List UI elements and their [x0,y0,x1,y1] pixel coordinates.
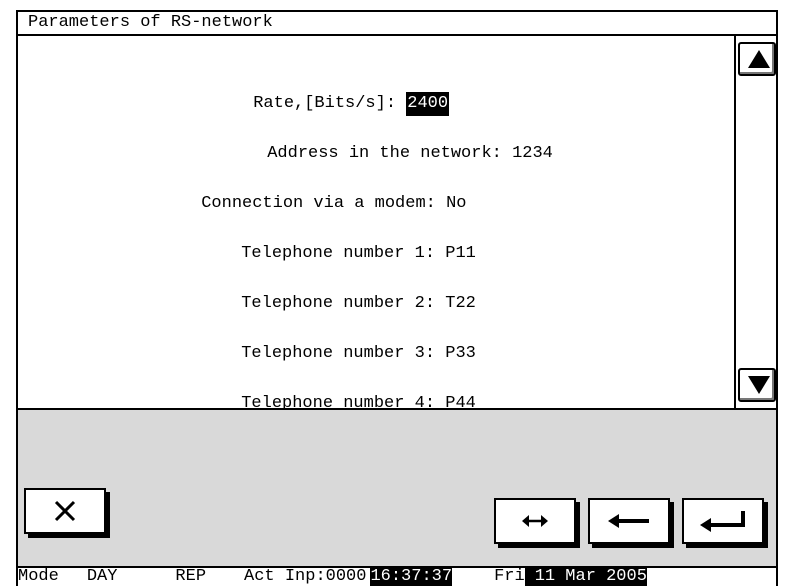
param-label-phone-3: Telephone number 3: [241,344,446,363]
double-arrow-icon [522,515,548,527]
status-weekday: Fri [494,567,525,586]
param-row-modem[interactable]: Connection via a modem: No [18,168,734,213]
status-day: DAY [86,567,118,586]
param-value-phone-3[interactable]: P33 [445,342,476,366]
param-label-rate: Rate,[Bits/s]: [253,94,407,113]
parameter-list: Rate,[Bits/s]: 2400 Address in the netwo… [18,36,734,413]
status-mode-label: Mode [18,567,59,586]
param-label-phone-1: Telephone number 1: [241,244,446,263]
rs-network-window: Parameters of RS-network Rate,[Bits/s]: … [16,10,778,586]
swap-button[interactable] [494,498,576,544]
window-title: Parameters of RS-network [18,12,776,36]
param-value-rate[interactable]: 2400 [406,92,450,116]
param-row-phone-4[interactable]: Telephone number 4: P44 [18,368,734,413]
param-row-address[interactable]: Address in the network: 1234 [18,118,734,163]
triangle-down-icon [748,376,770,394]
status-date: 11 Mar 2005 [524,568,647,586]
param-label-address: Address in the network: [267,144,513,163]
param-value-address[interactable]: 1234 [512,142,553,166]
enter-button[interactable] [682,498,764,544]
param-label-modem: Connection via a modem: [201,194,447,213]
triangle-up-icon [748,50,770,68]
param-row-phone-3[interactable]: Telephone number 3: P33 [18,318,734,363]
left-arrow-icon [608,514,649,528]
status-rep: REP [175,567,207,586]
cancel-button[interactable] [24,488,106,534]
param-label-phone-2: Telephone number 2: [241,294,446,313]
status-act-inp: Act Inp:0000 [244,567,367,586]
param-row-rate[interactable]: Rate,[Bits/s]: 2400 [18,68,734,116]
scrollbar[interactable] [734,36,776,408]
scroll-up-button[interactable] [738,42,776,76]
status-time: 16:37:37 [370,567,453,586]
param-value-modem[interactable]: No [446,192,466,216]
enter-return-icon [700,511,745,532]
param-value-phone-2[interactable]: T22 [445,292,476,316]
button-panel [18,408,776,568]
scroll-down-button[interactable] [738,368,776,402]
param-value-phone-1[interactable]: P11 [445,242,476,266]
param-row-phone-1[interactable]: Telephone number 1: P11 [18,218,734,263]
param-row-phone-2[interactable]: Telephone number 2: T22 [18,268,734,313]
status-bar: Mode DAY REP Act Inp:0000 16:37:37 Fri 11 Mar … [18,566,776,586]
backspace-button[interactable] [588,498,670,544]
close-x-icon [54,500,76,522]
